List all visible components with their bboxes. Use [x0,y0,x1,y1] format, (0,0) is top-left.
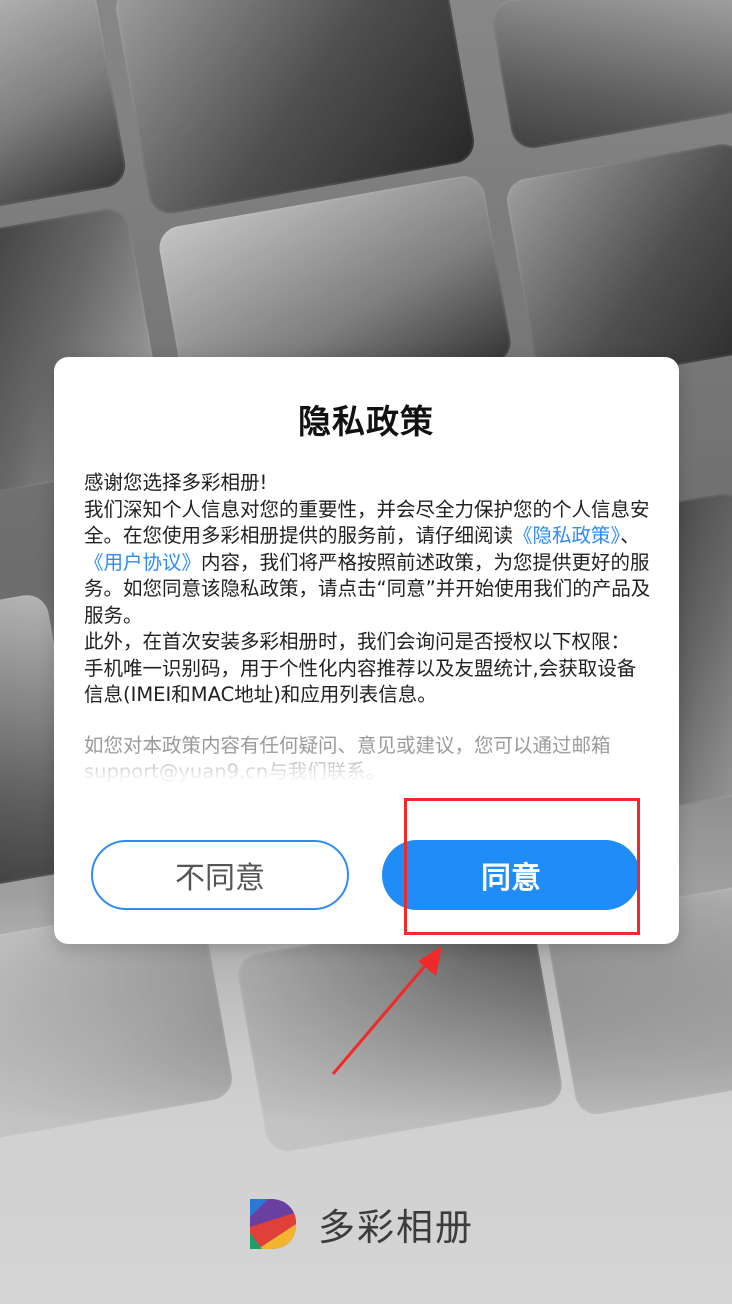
app-name: 多彩相册 [318,1206,474,1249]
brand-footer: 多彩相册 [248,1196,474,1252]
annotation-highlight-box [404,798,640,935]
permission-intro-text: 此外，在首次安装多彩相册时，我们会询问是否授权以下权限： [84,630,631,653]
link-separator: 、 [620,524,640,547]
policy-paragraph: 我们深知个人信息对您的重要性，并会尽全力保护您的个人信息安全。在您使用多彩相册提… [84,497,654,630]
greeting-text: 感谢您选择多彩相册! [84,471,268,494]
permission-detail-text: 手机唯一识别码，用于个性化内容推荐以及友盟统计,会获取设备信息(IMEI和MAC… [84,656,637,707]
dialog-body: 感谢您选择多彩相册! 我们深知个人信息对您的重要性，并会尽全力保护您的个人信息安… [84,470,654,790]
scroll-fade [84,750,654,794]
disagree-button[interactable]: 不同意 [91,840,349,910]
user-agreement-link[interactable]: 《用户协议》 [84,551,201,574]
dialog-title: 隐私政策 [298,402,434,441]
app-logo-icon [250,1199,296,1249]
privacy-policy-link[interactable]: 《隐私政策》 [513,524,620,547]
